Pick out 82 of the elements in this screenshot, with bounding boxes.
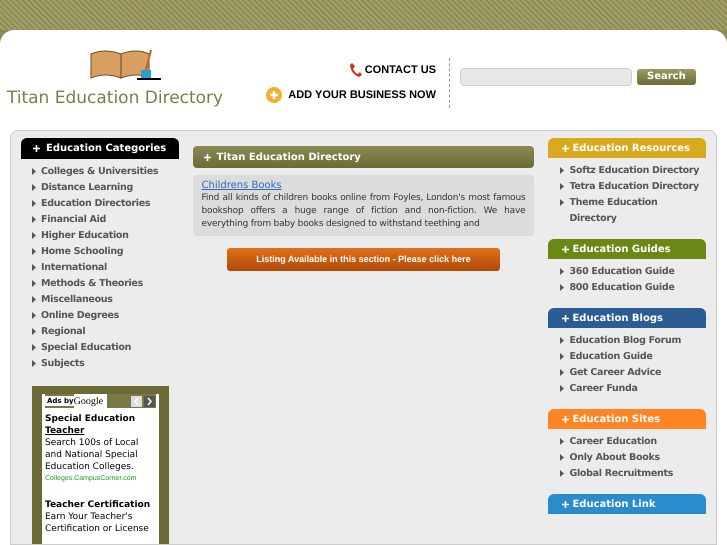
triangle-icon	[32, 328, 36, 335]
resource-link[interactable]: 800 Education Guide	[569, 280, 674, 296]
category-link[interactable]: Online Degrees	[41, 308, 120, 324]
plus-icon	[562, 416, 570, 422]
plus-icon	[562, 246, 570, 252]
resource-link[interactable]: Career Education	[569, 434, 657, 450]
add-business-link[interactable]: ADD YOUR BUSINESS NOW	[288, 86, 436, 103]
category-link[interactable]: Financial Aid	[41, 212, 106, 228]
triangle-icon	[560, 454, 564, 461]
triangle-icon	[560, 183, 564, 190]
main-heading: Titan Education Directory	[216, 150, 361, 164]
triangle-icon	[560, 438, 564, 445]
listing-button[interactable]: Listing Available in this section - Please click here	[226, 248, 500, 271]
plus-icon	[562, 314, 570, 322]
ad-title-link[interactable]: Special Education	[45, 413, 156, 425]
google-logo: Google	[74, 394, 108, 408]
resource-link[interactable]: Education Guide	[569, 349, 653, 365]
previous-icon[interactable]	[131, 396, 142, 406]
ad-title-link[interactable]: Teacher Certification	[45, 499, 156, 511]
category-link[interactable]: Distance Learning	[41, 180, 133, 196]
categories-heading: Education Categories	[46, 142, 166, 156]
triangle-icon	[560, 268, 564, 275]
triangle-icon	[560, 369, 564, 376]
ad-text: Search 100s of Local and National Special Education Colleges.	[45, 437, 140, 473]
ad-link[interactable]: Teacher	[45, 425, 84, 437]
category-link[interactable]: Higher Education	[41, 228, 129, 244]
category-link[interactable]: Education Directories	[41, 196, 150, 212]
resource-link[interactable]: 360 Education Guide	[569, 264, 674, 280]
triangle-icon	[32, 184, 36, 191]
category-link[interactable]: Subjects	[41, 356, 85, 372]
category-link[interactable]: Regional	[41, 324, 86, 340]
plus-icon	[562, 144, 570, 152]
resource-link[interactable]: Tetra Education Directory	[569, 179, 699, 195]
triangle-icon	[32, 344, 36, 351]
category-link[interactable]: Miscellaneous	[41, 292, 113, 308]
section-heading: Education Link	[572, 498, 656, 512]
triangle-icon	[560, 167, 564, 174]
resource-link[interactable]: Only About Books	[569, 450, 660, 466]
section-heading: Education Sites	[572, 412, 660, 426]
triangle-icon	[560, 337, 564, 344]
resource-link[interactable]: Global Recruitments	[569, 466, 674, 482]
category-link[interactable]: International	[41, 260, 107, 276]
triangle-icon	[32, 264, 36, 271]
triangle-icon	[32, 312, 36, 319]
triangle-icon	[560, 199, 564, 206]
triangle-icon	[560, 353, 564, 360]
plus-circle-icon	[266, 86, 282, 103]
triangle-icon	[32, 296, 36, 303]
resource-link[interactable]: Theme Education Directory	[569, 195, 704, 227]
plus-icon	[204, 154, 211, 160]
triangle-icon	[32, 200, 36, 207]
triangle-icon	[560, 284, 564, 291]
triangle-icon	[560, 385, 564, 392]
plus-icon	[562, 500, 570, 508]
category-link[interactable]: Methods & Theories	[41, 276, 143, 292]
plus-icon	[33, 145, 40, 152]
section-heading: Education Guides	[572, 242, 671, 256]
triangle-icon	[32, 216, 36, 223]
section-heading: Education Blogs	[572, 312, 663, 326]
resource-link[interactable]: Education Blog Forum	[569, 333, 682, 349]
triangle-icon	[32, 280, 36, 287]
triangle-icon	[32, 248, 36, 255]
listing-link[interactable]: Childrens Books	[202, 179, 526, 192]
site-title: Titan Education Directory	[6, 87, 224, 110]
resource-link[interactable]: Softz Education Directory	[569, 163, 700, 179]
listing-description: Find all kinds of children books online from Foyles, London's most famous bookshop offers a huge range of fiction and non-fiction. We have everything from baby books designed to withstand teething and	[202, 192, 526, 231]
triangle-icon	[32, 232, 36, 239]
ad-text: Earn Your Teacher's Certification or License	[45, 511, 150, 535]
triangle-icon	[32, 360, 36, 367]
search-field[interactable]	[460, 68, 632, 86]
category-link[interactable]: Colleges & Universities	[41, 164, 158, 180]
triangle-icon	[32, 168, 36, 175]
section-heading: Education Resources	[572, 142, 690, 156]
category-link[interactable]: Home Schooling	[41, 244, 124, 260]
contact-link[interactable]: CONTACT US	[364, 62, 436, 78]
search-button[interactable]: Search	[637, 69, 696, 85]
resource-link[interactable]: Career Funda	[569, 381, 638, 397]
triangle-icon	[560, 470, 564, 477]
resource-link[interactable]: Get Career Advice	[569, 365, 662, 381]
next-icon[interactable]	[144, 396, 155, 406]
category-link[interactable]: Special Education	[41, 340, 132, 356]
phone-icon	[348, 62, 363, 78]
